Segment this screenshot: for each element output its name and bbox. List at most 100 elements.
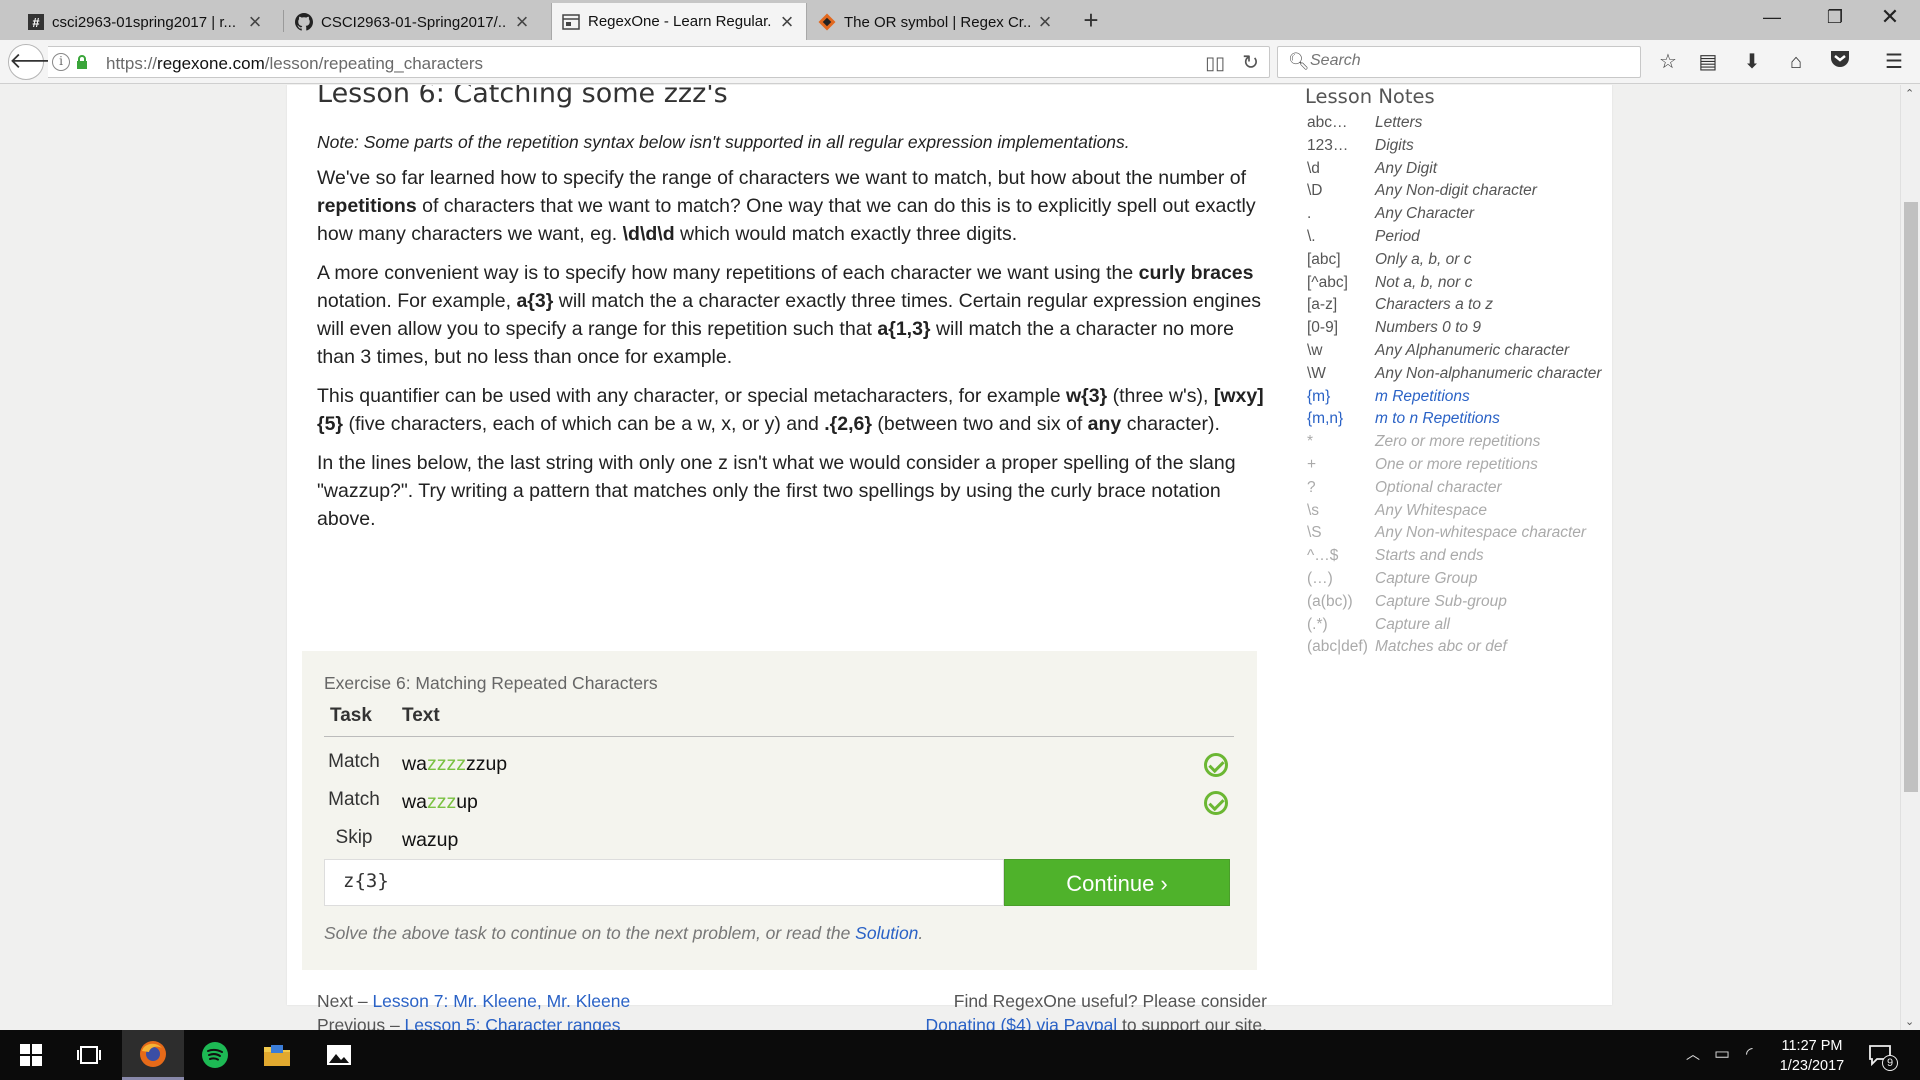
lesson-notes-list: abc… Letters 123… Digits \d Any Digit \D Any No… — [1305, 114, 1605, 661]
close-tab-icon[interactable]: × — [246, 11, 264, 33]
note-description: Matches abc or def — [1375, 638, 1507, 656]
scroll-up-icon[interactable]: ⌃ — [1905, 87, 1914, 100]
photos-taskbar-button[interactable] — [308, 1030, 370, 1080]
note-description: Any Alphanumeric character — [1375, 341, 1570, 359]
continue-button[interactable]: Continue › — [1004, 859, 1230, 906]
windows-taskbar: ︿ ▭ ◜ 11:27 PM 1/23/2017 9 — [0, 1030, 1920, 1080]
tab-regex-crossword[interactable]: The OR symbol | Regex Cr... × — [808, 4, 1064, 40]
solution-link[interactable]: Solution — [855, 923, 918, 943]
donate-section: Find RegexOne useful? Please consider Do… — [887, 989, 1267, 1030]
task-view-icon — [77, 1046, 101, 1064]
lesson-paragraph-3: This quantifier can be used with any cha… — [317, 385, 1264, 435]
close-tab-icon[interactable]: × — [778, 10, 796, 32]
note-pattern: \s — [1307, 501, 1320, 519]
scroll-down-icon[interactable]: ⌄ — [1905, 1015, 1914, 1028]
menu-icon[interactable]: ☰ — [1880, 49, 1908, 75]
note-pattern: + — [1307, 455, 1317, 473]
navigation-bar: 🡐 i https://regexone.com/lesson/repeatin… — [0, 40, 1920, 84]
action-center-button[interactable]: 9 — [1862, 1040, 1902, 1072]
donate-link[interactable]: Donating ($4) via Paypal — [926, 1015, 1118, 1030]
answer-input[interactable]: z{3} — [324, 859, 1004, 906]
back-button[interactable]: 🡐 — [8, 44, 68, 80]
search-bar[interactable]: 🔍︎ — [1277, 46, 1641, 78]
reader-view-icon[interactable]: ▯▯ — [1205, 53, 1225, 74]
lesson-note-item: (abc|def) Matches abc or def — [1305, 638, 1605, 661]
search-input[interactable] — [1310, 52, 1610, 70]
vertical-scrollbar[interactable]: ⌃ ⌄ — [1900, 85, 1920, 1030]
note-pattern: \W — [1307, 364, 1326, 382]
donate-text: Find RegexOne useful? Please consider — [953, 991, 1267, 1011]
clock-date: 1/23/2017 — [1779, 1058, 1845, 1074]
minimize-button[interactable]: — — [1750, 0, 1794, 34]
lesson-note-item: * Zero or more repetitions — [1305, 433, 1605, 456]
tab-regexone[interactable]: RegexOne - Learn Regular... × — [551, 3, 807, 40]
scrollbar-thumb[interactable] — [1904, 202, 1918, 792]
search-icon: 🔍︎ — [1288, 52, 1310, 71]
wifi-icon[interactable]: ◜ — [1746, 1044, 1753, 1064]
note-description: Capture all — [1375, 615, 1450, 633]
close-tab-icon[interactable]: × — [513, 11, 531, 33]
spotify-taskbar-button[interactable] — [184, 1030, 246, 1080]
pocket-icon[interactable] — [1826, 49, 1854, 75]
lesson-note-item: [a-z] Characters a to z — [1305, 296, 1605, 319]
lock-icon — [76, 55, 88, 69]
lesson-note-item: \w Any Alphanumeric character — [1305, 342, 1605, 365]
note-pattern: \w — [1307, 341, 1323, 359]
reload-icon[interactable]: ↻ — [1242, 50, 1259, 75]
note-description: m Repetitions — [1375, 387, 1470, 405]
exercise-panel: Exercise 6: Matching Repeated Characters… — [302, 651, 1257, 970]
previous-lesson-link[interactable]: Lesson 5: Character ranges — [405, 1015, 621, 1030]
github-icon — [295, 13, 313, 31]
home-icon[interactable]: ⌂ — [1782, 49, 1810, 75]
note-description: Period — [1375, 227, 1420, 245]
lesson-paragraph-4: In the lines below, the last string with… — [317, 452, 1236, 530]
file-explorer-taskbar-button[interactable] — [246, 1030, 308, 1080]
close-tab-icon[interactable]: × — [1036, 11, 1054, 33]
note-pattern: \D — [1307, 182, 1323, 200]
note-pattern: [^abc] — [1307, 273, 1348, 291]
tab-title: The OR symbol | Regex Cr... — [844, 13, 1030, 31]
battery-icon[interactable]: ▭ — [1714, 1044, 1730, 1064]
start-button[interactable] — [0, 1030, 62, 1080]
tab-title: CSCI2963-01-Spring2017/... — [321, 13, 507, 31]
regex-crossword-icon — [818, 13, 836, 31]
note-description: Digits — [1375, 136, 1414, 154]
note-pattern: \. — [1307, 227, 1316, 245]
bookmarks-list-icon[interactable]: ▤ — [1694, 49, 1722, 75]
new-tab-button[interactable]: + — [1078, 4, 1104, 36]
next-lesson-link[interactable]: Lesson 7: Mr. Kleene, Mr. Kleene — [372, 991, 630, 1011]
note-pattern: {m,n} — [1307, 410, 1344, 428]
tab-slack[interactable]: # csci2963-01spring2017 | r... × — [18, 4, 274, 40]
hashtag-icon: # — [28, 14, 44, 30]
lesson-note-item: + One or more repetitions — [1305, 456, 1605, 479]
info-icon[interactable]: i — [52, 53, 70, 71]
note-description: Optional character — [1375, 478, 1502, 496]
note-description: Not a, b, nor c — [1375, 273, 1473, 291]
lesson-note-item: 123… Digits — [1305, 137, 1605, 160]
lesson-note-item: [0-9] Numbers 0 to 9 — [1305, 319, 1605, 342]
note-description: Only a, b, or c — [1375, 250, 1472, 268]
close-window-button[interactable]: ✕ — [1868, 0, 1912, 34]
task-view-button[interactable] — [58, 1030, 120, 1080]
url-text[interactable]: https://regexone.com/lesson/repeating_ch… — [106, 54, 483, 74]
task-label: Skip — [335, 827, 373, 848]
tab-strip: # csci2963-01spring2017 | r... × CSCI296… — [0, 0, 1920, 40]
lesson-note-item: \D Any Non-digit character — [1305, 182, 1605, 205]
table-row: Skip wazup — [324, 827, 1234, 863]
downloads-icon[interactable]: ⬇ — [1738, 49, 1766, 75]
tab-title: csci2963-01spring2017 | r... — [52, 13, 237, 31]
note-description: Any Non-whitespace character — [1375, 524, 1587, 542]
note-description: Capture Group — [1375, 569, 1478, 587]
bookmark-star-icon[interactable]: ☆ — [1654, 49, 1682, 75]
url-bar[interactable]: i https://regexone.com/lesson/repeating_… — [48, 46, 1270, 78]
lesson-paragraph-2: A more convenient way is to specify how … — [317, 262, 1262, 368]
show-hidden-icons-icon[interactable]: ︿ — [1686, 1044, 1700, 1064]
check-icon — [1204, 753, 1228, 777]
lesson-note-item: \. Period — [1305, 228, 1605, 251]
photos-icon — [327, 1045, 351, 1065]
tab-github[interactable]: CSCI2963-01-Spring2017/... × — [285, 4, 541, 40]
check-icon — [1204, 791, 1228, 815]
firefox-taskbar-button[interactable] — [122, 1030, 184, 1080]
system-clock[interactable]: 11:27 PM 1/23/2017 — [1762, 1036, 1862, 1076]
restore-button[interactable]: ❐ — [1813, 0, 1857, 34]
